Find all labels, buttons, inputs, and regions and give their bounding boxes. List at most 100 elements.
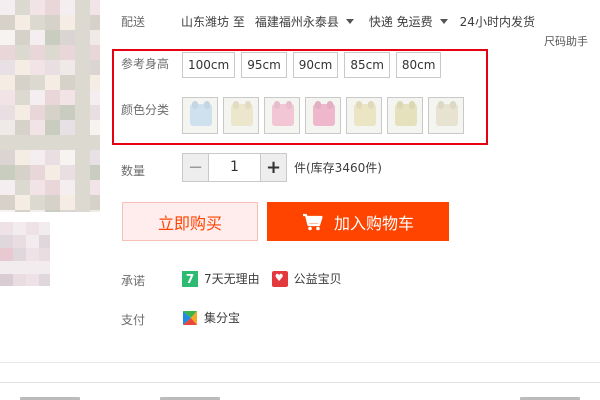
thumbnail-pixel: [39, 261, 50, 274]
size-group-label: 参考身高: [121, 57, 170, 71]
thumbnail-pixel: [90, 180, 100, 195]
increment-button[interactable]: +: [260, 153, 287, 182]
thumbnail-pixel: [45, 0, 60, 15]
thumbnail-pixel: [15, 30, 30, 45]
color-swatch[interactable]: [264, 97, 300, 134]
product-thumbnail-main[interactable]: [0, 0, 100, 212]
thumbnail-pixel: [0, 120, 15, 135]
payment-method[interactable]: 集分宝: [182, 309, 240, 326]
thumbnail-pixel: [60, 45, 75, 60]
thumbnail-pixel: [30, 135, 45, 150]
thumbnail-pixel: [39, 235, 50, 248]
garment-thumbnail-icon: [354, 104, 376, 126]
quantity-input[interactable]: 1: [209, 153, 260, 182]
color-group-label: 颜色分类: [121, 103, 170, 117]
color-swatch[interactable]: [387, 97, 423, 134]
destination-selector[interactable]: 福建福州永泰县: [255, 13, 354, 30]
thumbnail-pixel: [75, 120, 90, 135]
thumbnail-pixel: [45, 150, 60, 165]
product-thumbnail-secondary[interactable]: [0, 222, 50, 286]
add-to-cart-button[interactable]: 加入购物车: [267, 202, 449, 241]
charity-heart-icon: ♥: [271, 270, 288, 287]
color-swatch[interactable]: [223, 97, 259, 134]
buy-now-button[interactable]: 立即购买: [122, 202, 258, 241]
thumbnail-pixel: [30, 45, 45, 60]
thumbnail-pixel: [75, 0, 90, 15]
color-swatch[interactable]: [428, 97, 464, 134]
thumbnail-pixel: [26, 261, 39, 274]
color-swatch[interactable]: [346, 97, 382, 134]
thumbnail-pixel: [90, 195, 100, 210]
decrement-button[interactable]: −: [182, 153, 209, 182]
garment-thumbnail-icon: [395, 104, 417, 126]
thumbnail-pixel: [13, 261, 26, 274]
thumbnail-pixel: [0, 135, 15, 150]
color-swatch[interactable]: [305, 97, 341, 134]
thumbnail-pixel: [45, 120, 60, 135]
size-option[interactable]: 90cm: [292, 52, 339, 78]
promise-item-charity[interactable]: ♥ 公益宝贝: [271, 270, 342, 287]
thumbnail-pixel: [0, 235, 13, 248]
thumbnail-pixel: [60, 120, 75, 135]
thumbnail-pixel: [0, 180, 15, 195]
thumbnail-pixel: [0, 274, 13, 286]
thumbnail-pixel: [30, 60, 45, 75]
thumbnail-pixel: [45, 45, 60, 60]
thumbnail-pixel: [30, 210, 45, 212]
thumbnail-pixel: [90, 90, 100, 105]
thumbnail-pixel: [13, 274, 26, 286]
thumbnail-pixel: [90, 210, 100, 212]
thumbnail-pixel: [90, 0, 100, 15]
jifenbao-icon: [183, 310, 197, 325]
thumbnail-pixel: [90, 30, 100, 45]
thumbnail-pixel: [75, 165, 90, 180]
thumbnail-pixel: [60, 30, 75, 45]
promise-item-7day[interactable]: 7 7天无理由: [182, 270, 260, 287]
thumbnail-pixel: [39, 222, 50, 235]
thumbnail-pixel: [13, 235, 26, 248]
thumbnail-pixel: [45, 75, 60, 90]
promise-text: 7天无理由: [204, 272, 260, 286]
size-option[interactable]: 80cm: [395, 52, 442, 78]
thumbnail-pixel: [75, 195, 90, 210]
thumbnail-pixel: [45, 210, 60, 212]
size-option[interactable]: 100cm: [182, 52, 236, 78]
garment-thumbnail-icon: [313, 104, 335, 126]
thumbnail-pixel: [15, 210, 30, 212]
promise-list: 7 7天无理由 ♥ 公益宝贝: [182, 270, 354, 287]
thumbnail-pixel: [0, 222, 13, 235]
garment-thumbnail-icon: [190, 104, 212, 126]
thumbnail-pixel: [15, 15, 30, 30]
thumbnail-pixel: [75, 90, 90, 105]
thumbnail-pixel: [30, 180, 45, 195]
thumbnail-pixel: [30, 165, 45, 180]
thumbnail-pixel: [75, 210, 90, 212]
payment-method-name: 集分宝: [204, 311, 241, 325]
thumbnail-pixel: [45, 105, 60, 120]
thumbnail-pixel: [26, 235, 39, 248]
thumbnail-pixel: [15, 105, 30, 120]
thumbnail-pixel: [60, 210, 75, 212]
add-to-cart-label: 加入购物车: [333, 213, 414, 233]
thumbnail-pixel: [15, 165, 30, 180]
size-help-link[interactable]: 尺码助手: [544, 33, 588, 49]
bottom-tab-bar: [0, 382, 600, 400]
thumbnail-pixel: [26, 222, 39, 235]
thumbnail-pixel: [75, 105, 90, 120]
thumbnail-pixel: [30, 120, 45, 135]
thumbnail-pixel: [0, 165, 15, 180]
shipping-method-selector[interactable]: 快递 免运费: [369, 13, 448, 30]
thumbnail-pixel: [45, 195, 60, 210]
thumbnail-pixel: [60, 195, 75, 210]
thumbnail-pixel: [45, 90, 60, 105]
thumbnail-pixel: [15, 0, 30, 15]
size-option[interactable]: 85cm: [344, 52, 390, 78]
shipping-label: 配送: [121, 15, 146, 29]
thumbnail-pixel: [30, 30, 45, 45]
thumbnail-pixel: [15, 90, 30, 105]
thumbnail-pixel: [39, 248, 50, 261]
size-option[interactable]: 95cm: [241, 52, 287, 78]
thumbnail-pixel: [60, 150, 75, 165]
thumbnail-pixel: [60, 90, 75, 105]
color-swatch[interactable]: [182, 97, 218, 134]
